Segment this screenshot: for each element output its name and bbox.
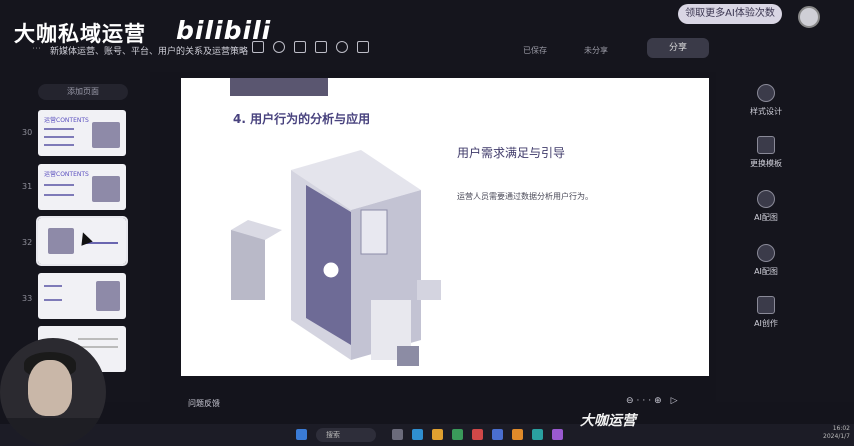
ai-picture-icon xyxy=(757,244,775,262)
ai-image-button[interactable]: AI配图 xyxy=(724,190,808,223)
shape-icon[interactable] xyxy=(273,41,285,53)
app-icon[interactable] xyxy=(532,429,543,440)
palette-icon xyxy=(757,84,775,102)
save-status: 已保存 xyxy=(523,46,547,55)
thumb-title: 运营CONTENTS xyxy=(44,117,89,124)
text-icon[interactable] xyxy=(252,41,264,53)
ai-tools-panel xyxy=(716,72,854,402)
style-design-button[interactable]: 样式设计 xyxy=(724,84,808,117)
slide-number: 30 xyxy=(22,128,33,137)
slide-canvas[interactable]: 4. 用户行为的分析与应用 用户需求满足与引导 运营人员需要通过数据分析用户行为… xyxy=(181,78,709,376)
slide-title[interactable]: 4. 用户行为的分析与应用 xyxy=(233,110,370,127)
ai-picture-button[interactable]: AI配图 xyxy=(724,244,808,277)
slide-number: 33 xyxy=(22,294,33,303)
change-template-button[interactable]: 更换模板 xyxy=(724,136,808,169)
watermark: 大咖运营 xyxy=(580,413,636,429)
folder-icon[interactable] xyxy=(432,429,443,440)
zoom-out-icon[interactable]: ⊖ xyxy=(626,396,637,406)
thumb-title: 运营CONTENTS xyxy=(44,171,89,178)
webcam-overlay xyxy=(0,338,106,446)
add-page-button[interactable]: 添加页面 xyxy=(38,84,128,100)
zoom-level: ··· xyxy=(636,396,655,406)
play-icon[interactable]: ▷ xyxy=(671,396,681,406)
taskbar-search[interactable]: 搜索 xyxy=(316,428,376,442)
ai-write-button[interactable]: AI创作 xyxy=(724,296,808,329)
app-icon[interactable] xyxy=(392,429,403,440)
slide-subtitle[interactable]: 用户需求满足与引导 xyxy=(457,144,565,161)
feedback-button[interactable]: 问题反馈 xyxy=(188,398,220,409)
presenter-face xyxy=(28,360,72,416)
collab-status[interactable]: 未分享 xyxy=(584,45,608,56)
template-icon xyxy=(757,136,775,154)
image-icon[interactable] xyxy=(294,41,306,53)
zoom-in-icon[interactable]: ⊕ xyxy=(654,396,665,406)
app-icon[interactable] xyxy=(552,429,563,440)
thumb-illustration xyxy=(92,176,120,202)
app-icon[interactable] xyxy=(512,429,523,440)
os-taskbar xyxy=(0,424,854,446)
windows-start-icon[interactable] xyxy=(296,429,307,440)
slide-number: 31 xyxy=(22,182,33,191)
slide-body-text[interactable]: 运营人员需要通过数据分析用户行为。 xyxy=(457,191,593,202)
header-accent-bar xyxy=(230,78,328,96)
table-icon[interactable] xyxy=(315,41,327,53)
ai-write-icon xyxy=(757,296,775,314)
slide-thumbnail[interactable] xyxy=(38,273,126,319)
slide-thumbnail[interactable]: 运营CONTENTS xyxy=(38,110,126,156)
menu-icon[interactable]: ⋯ xyxy=(32,44,41,54)
thumb-illustration xyxy=(96,281,120,311)
app-icon[interactable] xyxy=(412,429,423,440)
thumb-illustration xyxy=(92,122,120,148)
taskbar-clock: 16:02 2024/1/7 xyxy=(823,425,850,440)
ai-image-icon xyxy=(757,190,775,208)
phone-isometric-illustration xyxy=(231,150,441,366)
insert-toolbar xyxy=(252,41,369,53)
app-icon[interactable] xyxy=(472,429,483,440)
chart-icon[interactable] xyxy=(336,41,348,53)
thumb-illustration xyxy=(48,228,74,254)
promo-button[interactable]: 领取更多AI体验次数 xyxy=(678,4,782,24)
document-title[interactable]: 新媒体运营、账号、平台、用户的关系及运营策略 xyxy=(50,44,248,57)
share-button[interactable]: 分享 xyxy=(647,38,709,58)
app-icon[interactable] xyxy=(492,429,503,440)
zoom-control[interactable]: ⊖···⊕ ▷ xyxy=(626,396,680,406)
slide-number: 32 xyxy=(22,238,33,247)
slide-thumbnail[interactable]: 运营CONTENTS xyxy=(38,164,126,210)
app-icon[interactable] xyxy=(452,429,463,440)
user-avatar[interactable] xyxy=(798,6,820,28)
media-icon[interactable] xyxy=(357,41,369,53)
